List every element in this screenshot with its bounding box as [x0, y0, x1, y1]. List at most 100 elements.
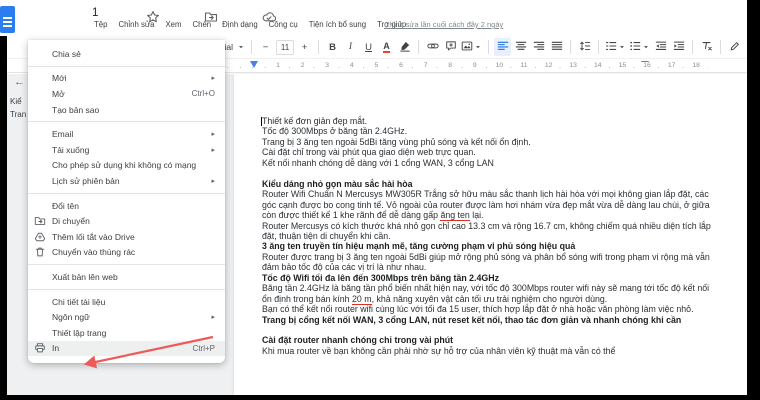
document-title[interactable]: 1 [92, 7, 98, 19]
file-menu-item-page-setup[interactable]: Thiết lập trang [28, 325, 225, 341]
insert-link-icon [427, 40, 439, 55]
file-menu-item-label: Mở [52, 89, 65, 99]
folder-move-icon [34, 215, 46, 227]
align-center-icon [515, 40, 527, 55]
align-right-button[interactable] [530, 38, 547, 56]
highlight-color-icon [399, 40, 411, 55]
align-justify-icon [551, 40, 563, 55]
file-menu-item-label: Chia sẻ [52, 49, 81, 59]
decrease-indent-button[interactable] [652, 38, 669, 56]
ruler-number: 14 [592, 62, 604, 69]
menubar-item-edit[interactable]: Chỉnh sửa [117, 19, 155, 30]
file-menu-item-publish-to-web[interactable]: Xuất bản lên web [28, 269, 225, 285]
insert-comment-button[interactable] [442, 38, 459, 56]
increase-indent-button[interactable] [670, 38, 687, 56]
document-paragraph: Tốc độ Wifi tối đa lên đến 300Mbps trên … [262, 273, 719, 283]
document-paragraph: Trang bị 3 ăng ten ngoài 5dBi tăng vùng … [262, 137, 719, 147]
insert-link-button[interactable] [424, 38, 441, 56]
chevron-down-icon [474, 43, 482, 51]
file-menu-item-add-shortcut-drive[interactable]: Thêm lối tắt vào Drive [28, 229, 225, 245]
align-center-button[interactable] [512, 38, 529, 56]
outline-item[interactable]: Tran [10, 110, 29, 119]
file-menu-item-new[interactable]: Mới▸ [28, 71, 225, 87]
bold-button[interactable]: B [324, 38, 341, 56]
insert-comment-icon [445, 40, 457, 55]
file-menu-section: Email▸Tải xuống▸Cho phép sử dụng khi khô… [28, 121, 225, 189]
file-menu-item-label: Mới [52, 73, 67, 83]
ruler-number: 8 [446, 62, 454, 69]
menubar-item-add-ons[interactable]: Tiện ích bổ sung [308, 19, 367, 30]
insert-image-button[interactable] [460, 38, 483, 56]
clear-formatting-button[interactable] [698, 38, 715, 56]
file-menu-item-label: Xuất bản lên web [52, 272, 118, 282]
document-paragraph: Thiết kế đơn giản đẹp mắt. [262, 116, 719, 126]
screenshot-border [0, 36, 7, 400]
italic-button[interactable]: I [342, 38, 359, 56]
outline-close-icon[interactable]: ← [14, 76, 25, 88]
file-menu-item-share[interactable]: Chia sẻ [28, 46, 225, 62]
menubar-item-insert[interactable]: Chèn [191, 19, 212, 30]
file-menu-item-print[interactable]: InCtrl+P [28, 341, 225, 357]
file-menu-item-document-details[interactable]: Chi tiết tài liệu [28, 294, 225, 310]
file-menu-item-make-a-copy[interactable]: Tạo bản sao [28, 102, 225, 118]
file-menu-section: Chi tiết tài liệu Ngôn ngữ▸Thiết lập tran… [28, 289, 225, 357]
left-indent-marker[interactable] [250, 61, 258, 68]
file-menu-item-label: Đổi tên [52, 201, 79, 211]
file-menu-item-offline[interactable]: Cho phép sử dụng khi không có mạng [28, 158, 225, 174]
document-paragraph: Tốc độ 300Mbps ở băng tần 2.4GHz. [262, 126, 719, 136]
file-menu-item-label: Chi tiết tài liệu [52, 297, 105, 307]
ruler-number: 17 [666, 62, 678, 69]
document-paragraph: Khi mua router về bạn không cần phải nhờ… [262, 346, 719, 356]
google-docs-logo-icon[interactable] [0, 6, 15, 33]
document-text: Thiết kế đơn giản đẹp mắt.Tốc độ 300Mbps… [262, 116, 719, 356]
last-edited-link[interactable]: Chỉnh sửa lần cuối cách đây 2 ngày [384, 20, 503, 29]
menubar-item-tools[interactable]: Công cụ [268, 19, 299, 30]
document-paragraph: Kết nối nhanh chóng dễ dàng với 1 cổng W… [262, 158, 719, 168]
increase-font-size-button[interactable]: + [296, 38, 313, 56]
ruler-number: 12 [543, 62, 555, 69]
underline-button[interactable]: U [360, 38, 377, 56]
file-menu-section: Mới▸MởCtrl+O Tạo bản sao [28, 66, 225, 119]
chevron-down-icon [237, 43, 245, 51]
file-menu-item-move-to-trash[interactable]: Chuyển vào thùng rác [28, 245, 225, 261]
screenshot-border [0, 395, 760, 400]
text-color-button[interactable]: A [378, 38, 395, 56]
menubar-item-view[interactable]: Xem [164, 19, 182, 30]
chevron-down-icon [642, 43, 650, 51]
font-size-value[interactable]: 11 [276, 40, 294, 55]
document-paragraph: Cài đặt router nhanh chóng chỉ trong vài… [262, 335, 719, 345]
menubar-item-format[interactable]: Định dạng [221, 19, 259, 30]
document-paragraph: Bạn có thể kết nối router wifi cùng lúc … [262, 304, 719, 314]
file-menu-item-label: Lịch sử phiên bản [52, 176, 120, 186]
file-menu-item-rename[interactable]: Đổi tên [28, 198, 225, 214]
menubar-item-file[interactable]: Tệp [93, 19, 108, 30]
toolbar-divider [720, 40, 721, 54]
ruler-number: 11 [518, 62, 529, 69]
file-menu-item-email[interactable]: Email▸ [28, 126, 225, 142]
spellcheck-underline: 20 m [352, 294, 372, 305]
file-menu-item-version-history[interactable]: Lịch sử phiên bản▸ [28, 173, 225, 189]
file-menu-item-label: In [52, 343, 59, 353]
align-justify-button[interactable] [548, 38, 565, 56]
file-menu-item-label: Tạo bản sao [52, 105, 99, 115]
highlight-color-button[interactable] [396, 38, 413, 56]
line-spacing-button[interactable] [576, 38, 593, 56]
bulleted-list-button[interactable] [628, 38, 651, 56]
google-docs-window: 1 Tệp Chỉnh sửa Xem Chèn Định dạng Công cụ Tiệ… [0, 0, 760, 400]
decrease-indent-icon [655, 40, 667, 55]
file-menu-item-open[interactable]: MởCtrl+O [28, 86, 225, 102]
editing-mode-button[interactable] [726, 38, 743, 56]
file-menu-item-language[interactable]: Ngôn ngữ▸ [28, 309, 225, 325]
numbered-list-button[interactable] [604, 38, 627, 56]
toolbar-divider [598, 40, 599, 54]
file-menu-item-move[interactable]: Di chuyển [28, 213, 225, 229]
ruler-number: 15 [617, 62, 629, 69]
file-menu-item-label: Thêm lối tắt vào Drive [52, 232, 135, 242]
decrease-font-size-button[interactable]: − [257, 38, 274, 56]
outline-item[interactable]: Kiể [10, 97, 29, 106]
file-menu-item-download[interactable]: Tải xuống▸ [28, 142, 225, 158]
toolbar-divider [570, 40, 571, 54]
file-menu-item-label: Tải xuống [52, 145, 89, 155]
align-left-button[interactable] [494, 38, 511, 56]
insert-image-icon [461, 40, 473, 55]
